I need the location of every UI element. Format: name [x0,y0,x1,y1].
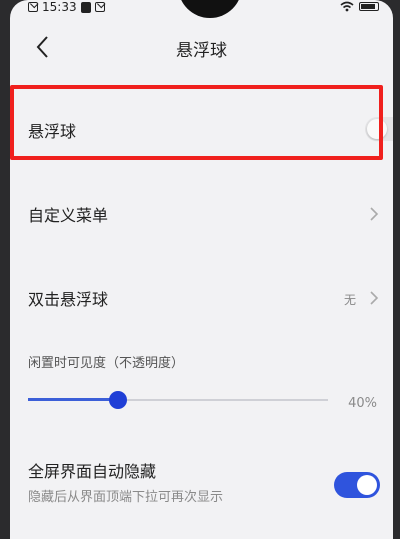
toggle-knob [367,119,387,139]
visibility-slider[interactable] [28,391,328,409]
status-time: 15:33 [42,0,77,14]
notification-icon [80,1,91,13]
check-icon [28,2,38,12]
custom-menu-label: 自定义菜单 [28,206,109,225]
settings-screen: 15:33 悬浮球 悬浮球 自定义菜单 双击悬浮球 无 闲置时可见度（不透明度）… [10,0,393,539]
page-title: 悬浮球 [176,41,227,61]
custom-menu-row[interactable]: 自定义菜单 [10,180,393,246]
alarm-icon [94,2,105,12]
fullscreen-hide-label: 全屏界面自动隐藏 [28,462,157,481]
chevron-right-icon [368,290,380,306]
slider-thumb[interactable] [109,391,127,409]
chevron-right-icon [368,206,380,222]
floating-ball-label: 悬浮球 [28,122,77,141]
fullscreen-hide-description: 隐藏后从界面顶端下拉可再次显示 [28,490,224,505]
double-click-value: 无 [344,293,357,307]
camera-notch [178,0,242,18]
toggle-knob [357,475,377,495]
floating-ball-toggle[interactable] [365,117,393,141]
slider-fill [28,398,118,401]
status-bar: 15:33 [10,0,393,18]
double-click-row[interactable]: 双击悬浮球 无 [10,262,393,330]
floating-ball-row[interactable]: 悬浮球 [10,88,393,156]
wifi-icon [340,1,354,12]
double-click-label: 双击悬浮球 [28,290,109,309]
status-left: 15:33 [28,0,105,14]
header: 悬浮球 [10,28,393,68]
idle-visibility-label: 闲置时可见度（不透明度） [28,356,185,371]
visibility-value: 40% [348,396,377,411]
status-right [340,1,379,12]
battery-icon [359,2,379,11]
fullscreen-hide-toggle[interactable] [334,472,380,498]
